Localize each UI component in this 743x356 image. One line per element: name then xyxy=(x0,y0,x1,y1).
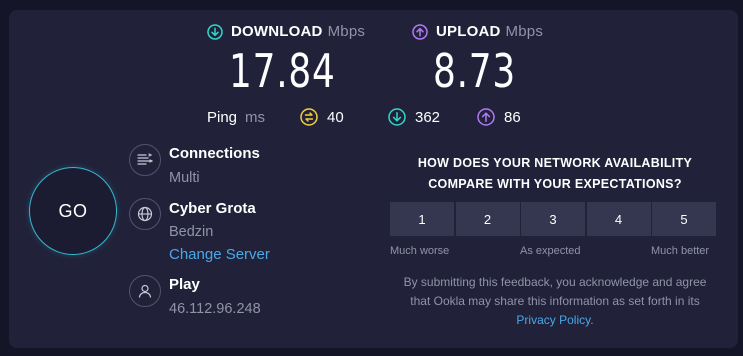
rating-button-5[interactable]: 5 xyxy=(652,202,716,236)
globe-icon xyxy=(129,198,161,230)
download-speed-value: 17.84 xyxy=(229,44,336,98)
feedback-question: HOW DOES YOUR NETWORK AVAILABILITY COMPA… xyxy=(400,153,710,195)
connections-title: Connections xyxy=(169,145,260,162)
rating-label-high: Much better xyxy=(651,245,710,257)
download-unit: Mbps xyxy=(327,23,366,40)
rating-button-4[interactable]: 4 xyxy=(586,202,651,236)
ping-label-group: Ping ms xyxy=(207,109,265,126)
feedback-question-line2: COMPARE WITH YOUR EXPECTATIONS? xyxy=(428,177,682,191)
ping-idle-value: 40 xyxy=(327,108,344,126)
rating-button-3[interactable]: 3 xyxy=(521,202,585,236)
ping-download: 362 xyxy=(388,108,440,126)
rating-label-low: Much worse xyxy=(390,245,450,257)
download-label: DOWNLOAD xyxy=(231,23,323,40)
download-arrow-icon xyxy=(207,23,223,40)
upload-unit: Mbps xyxy=(505,23,544,40)
ping-label: Ping xyxy=(207,109,238,126)
change-server-link[interactable]: Change Server xyxy=(169,246,270,263)
rating-button-1[interactable]: 1 xyxy=(390,202,454,236)
privacy-policy-link[interactable]: Privacy Policy xyxy=(516,313,590,327)
download-latency-icon xyxy=(388,108,406,126)
user-icon xyxy=(129,275,161,307)
feedback-question-line1: HOW DOES YOUR NETWORK AVAILABILITY xyxy=(417,156,693,170)
upload-latency-icon xyxy=(477,108,495,126)
provider-name: Play xyxy=(169,276,200,293)
download-header: DOWNLOAD Mbps xyxy=(207,23,365,40)
go-button[interactable]: GO xyxy=(29,167,117,255)
ping-upload-value: 86 xyxy=(504,108,521,126)
ping-download-value: 362 xyxy=(415,108,441,126)
upload-arrow-icon xyxy=(412,23,428,40)
rating-button-2[interactable]: 2 xyxy=(455,202,520,236)
provider-ip: 46.112.96.248 xyxy=(169,301,261,317)
disclaimer-text: By submitting this feedback, you acknowl… xyxy=(403,275,707,308)
upload-header: UPLOAD Mbps xyxy=(412,23,543,40)
connections-value: Multi xyxy=(169,170,200,186)
rating-label-mid: As expected xyxy=(520,245,581,257)
upload-speed-value: 8.73 xyxy=(433,44,517,98)
ping-unit: ms xyxy=(245,109,266,126)
idle-latency-icon xyxy=(300,108,318,126)
ping-idle: 40 xyxy=(300,108,344,126)
upload-label: UPLOAD xyxy=(436,23,501,40)
ping-upload: 86 xyxy=(477,108,521,126)
server-name: Cyber Grota xyxy=(169,200,256,217)
server-location: Bedzin xyxy=(169,224,214,240)
rating-scale: 1 2 3 4 5 xyxy=(390,202,716,236)
disclaimer-period: . xyxy=(590,313,594,327)
feedback-disclaimer: By submitting this feedback, you acknowl… xyxy=(395,273,715,330)
connections-icon xyxy=(129,144,161,176)
